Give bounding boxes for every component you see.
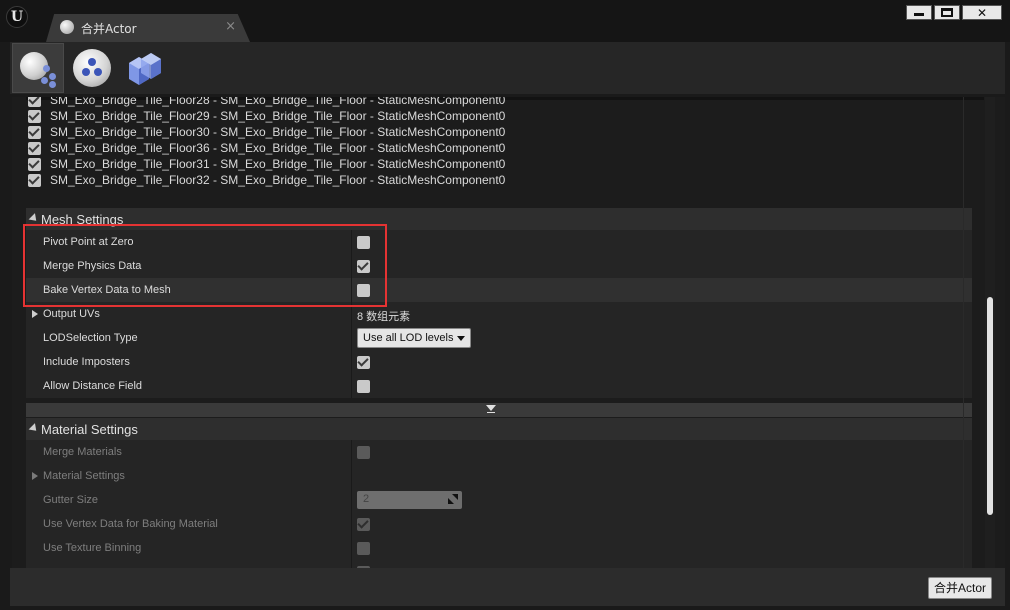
property-label: Use Texture Binning (43, 542, 142, 554)
property-label: Pivot Point at Zero (43, 236, 134, 248)
component-label: SM_Exo_Bridge_Tile_Floor31 - SM_Exo_Brid… (50, 157, 506, 171)
details-panel: SM_Exo_Bridge_Tile_Floor28 - SM_Exo_Brid… (12, 97, 1005, 568)
component-label: SM_Exo_Bridge_Tile_Floor28 - SM_Exo_Brid… (50, 97, 506, 107)
output-uvs-count: 8 数组元素 (357, 311, 411, 323)
use-texture-binning-row: Use Texture Binning (26, 536, 972, 560)
component-label: SM_Exo_Bridge_Tile_Floor30 - SM_Exo_Brid… (50, 125, 506, 139)
component-checkbox[interactable] (28, 126, 41, 139)
merge-materials-checkbox[interactable] (357, 446, 370, 459)
gutter-size-value: 2 (363, 493, 370, 505)
details-scroll-content: SM_Exo_Bridge_Tile_Floor28 - SM_Exo_Brid… (26, 97, 984, 568)
component-label: SM_Exo_Bridge_Tile_Floor32 - SM_Exo_Brid… (50, 173, 506, 187)
minimize-button[interactable] (906, 5, 932, 20)
title-bar: U 合并Actor × ✕ (0, 0, 1010, 42)
property-label: Output UVs (43, 308, 100, 320)
expand-arrow-icon[interactable] (32, 472, 38, 480)
actor-tab-icon (60, 20, 74, 34)
mesh-settings-header[interactable]: Mesh Settings (26, 208, 972, 230)
component-row[interactable]: SM_Exo_Bridge_Tile_Floor29 - SM_Exo_Brid… (26, 108, 984, 124)
advanced-expand-bar[interactable] (26, 403, 972, 417)
gutter-size-input[interactable]: 2 (357, 491, 462, 509)
property-label: Merge Physics Data (43, 260, 142, 272)
maximize-button[interactable] (934, 5, 960, 20)
dropdown-value: Use all LOD levels (363, 332, 454, 344)
unreal-logo-icon: U (6, 6, 28, 28)
property-label: Use Vertex Data for Baking Material (43, 518, 218, 530)
chevron-down-icon (457, 336, 465, 341)
bake-vertex-data-row: Bake Vertex Data to Mesh (26, 278, 972, 302)
gutter-size-row: Gutter Size 2 (26, 488, 972, 512)
actor-merge-icon (18, 48, 58, 88)
property-label: Material Settings (43, 470, 125, 482)
minimize-icon (914, 13, 924, 16)
merge-physics-data-checkbox[interactable] (357, 260, 370, 273)
property-label: Merge Materials (43, 446, 122, 458)
advanced-chevron-icon (486, 405, 496, 411)
merge-materials-row: Merge Materials (26, 440, 972, 464)
footer-bar: 合并Actor (10, 568, 1005, 606)
component-row[interactable]: SM_Exo_Bridge_Tile_Floor36 - SM_Exo_Brid… (26, 140, 984, 156)
component-checkbox[interactable] (28, 174, 41, 187)
collapse-arrow-icon (28, 423, 40, 434)
property-label: Allow Distance Field (43, 380, 143, 392)
tab-merge-actor[interactable]: 合并Actor × (46, 14, 250, 42)
panel-divider (963, 97, 964, 568)
harvest-instances-tool-button[interactable] (66, 43, 118, 93)
close-button[interactable]: ✕ (962, 5, 1002, 20)
material-settings-header[interactable]: Material Settings (26, 418, 972, 440)
include-imposters-row: Include Imposters (26, 350, 972, 374)
window-controls: ✕ (906, 5, 1002, 20)
component-row[interactable]: SM_Exo_Bridge_Tile_Floor32 - SM_Exo_Brid… (26, 172, 984, 188)
proxy-geometry-icon (129, 53, 161, 85)
material-settings-group-row: Material Settings (26, 464, 972, 488)
drag-resize-icon (448, 494, 458, 504)
use-vertex-data-checkbox[interactable] (357, 518, 370, 531)
tab-close-icon[interactable]: × (225, 19, 236, 34)
expand-arrow-icon[interactable] (32, 310, 38, 318)
component-checkbox[interactable] (28, 110, 41, 123)
section-title: Mesh Settings (41, 212, 124, 227)
allow-distance-field-checkbox[interactable] (357, 380, 370, 393)
next-property-row (26, 560, 972, 568)
property-label: Gutter Size (43, 494, 99, 506)
component-row[interactable]: SM_Exo_Bridge_Tile_Floor31 - SM_Exo_Brid… (26, 156, 984, 172)
use-texture-binning-checkbox[interactable] (357, 542, 370, 555)
component-label: SM_Exo_Bridge_Tile_Floor36 - SM_Exo_Brid… (50, 141, 506, 155)
merge-actor-button[interactable]: 合并Actor (928, 577, 992, 599)
property-label: LODSelection Type (43, 332, 138, 344)
allow-distance-field-row: Allow Distance Field (26, 374, 972, 398)
pivot-point-at-zero-row: Pivot Point at Zero (26, 230, 972, 254)
close-icon: ✕ (976, 5, 988, 20)
output-uvs-row: Output UVs 8 数组元素 (26, 302, 972, 326)
property-label: Bake Vertex Data to Mesh (43, 284, 171, 296)
collapse-arrow-icon (28, 213, 40, 224)
harvest-instances-icon (73, 49, 111, 87)
tab-label: 合并Actor (81, 22, 137, 36)
component-checkbox[interactable] (28, 142, 41, 155)
component-checkbox[interactable] (28, 158, 41, 171)
property-label: Include Imposters (43, 356, 130, 368)
component-label: SM_Exo_Bridge_Tile_Floor29 - SM_Exo_Brid… (50, 109, 506, 123)
proxy-geometry-tool-button[interactable] (118, 43, 170, 93)
section-title: Material Settings (41, 422, 138, 437)
lod-selection-type-row: LODSelection Type Use all LOD levels (26, 326, 972, 350)
maximize-icon (941, 8, 953, 17)
include-imposters-checkbox[interactable] (357, 356, 370, 369)
merge-physics-data-row: Merge Physics Data (26, 254, 972, 278)
component-row[interactable]: SM_Exo_Bridge_Tile_Floor30 - SM_Exo_Brid… (26, 124, 984, 140)
lod-selection-dropdown[interactable]: Use all LOD levels (357, 328, 471, 348)
bake-vertex-data-checkbox[interactable] (357, 284, 370, 297)
component-row[interactable]: SM_Exo_Bridge_Tile_Floor28 - SM_Exo_Brid… (26, 97, 984, 108)
component-checkbox[interactable] (28, 97, 41, 107)
merge-mode-toolbar (10, 42, 1005, 94)
use-vertex-data-row: Use Vertex Data for Baking Material (26, 512, 972, 536)
merge-actors-tool-button[interactable] (12, 43, 64, 93)
pivot-point-at-zero-checkbox[interactable] (357, 236, 370, 249)
scrollbar-thumb[interactable] (987, 297, 993, 515)
